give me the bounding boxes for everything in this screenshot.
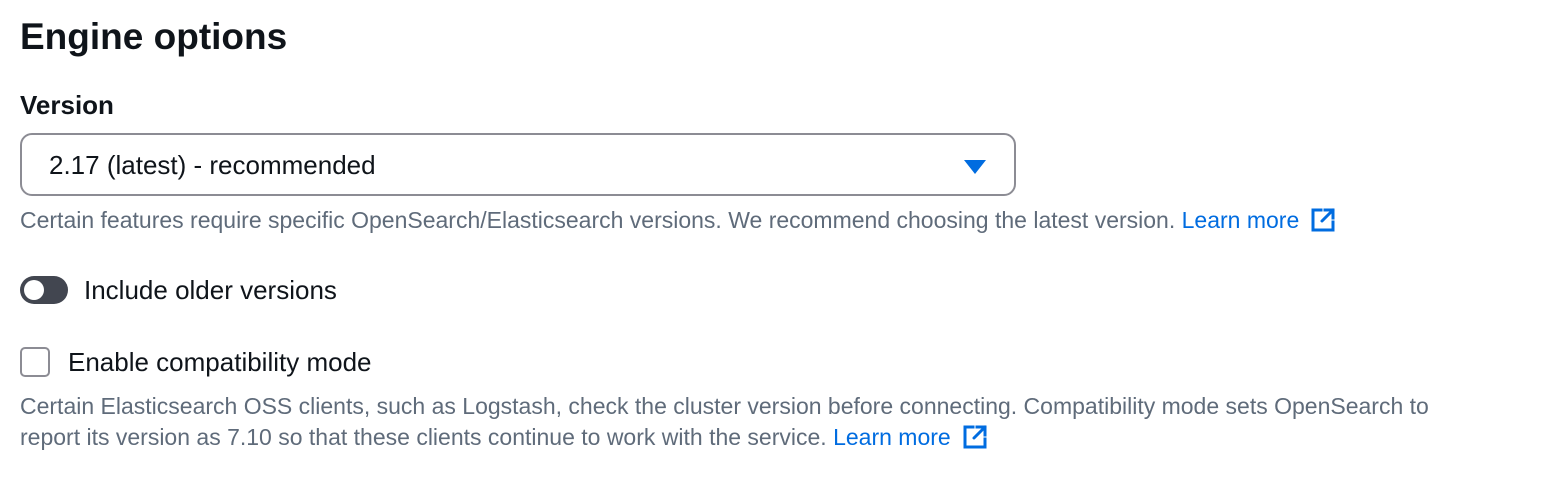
include-older-versions-label: Include older versions	[84, 275, 337, 305]
version-label: Version	[20, 90, 114, 120]
compatibility-hint-line-2-wrapper: report its version as 7.10 so that these…	[20, 421, 989, 453]
compatibility-hint-line-2: report its version as 7.10 so that these…	[20, 424, 827, 450]
compatibility-hint-line-1: Certain Elasticsearch OSS clients, such …	[20, 393, 1429, 419]
section-title: Engine options	[20, 16, 288, 57]
toggle-knob	[24, 280, 44, 300]
compatibility-mode-row: Enable compatibility mode	[20, 342, 372, 382]
include-older-versions-toggle[interactable]	[20, 276, 68, 304]
compatibility-learn-more-label: Learn more	[833, 424, 951, 450]
version-learn-more-label: Learn more	[1181, 207, 1300, 233]
compatibility-mode-checkbox[interactable]	[20, 347, 50, 377]
caret-down-icon	[964, 160, 986, 174]
compatibility-learn-more-link[interactable]: Learn more	[833, 421, 989, 453]
version-learn-more-link[interactable]: Learn more	[1182, 204, 1338, 236]
compatibility-mode-label: Enable compatibility mode	[68, 347, 372, 377]
version-hint: Certain features require specific OpenSe…	[20, 204, 1337, 236]
external-link-icon	[963, 425, 987, 449]
external-link-icon	[1311, 208, 1335, 232]
version-select[interactable]: 2.17 (latest) - recommended	[20, 133, 1016, 196]
version-hint-text: Certain features require specific OpenSe…	[20, 207, 1176, 233]
include-older-versions-row: Include older versions	[20, 270, 337, 310]
version-selected-value: 2.17 (latest) - recommended	[49, 150, 376, 180]
